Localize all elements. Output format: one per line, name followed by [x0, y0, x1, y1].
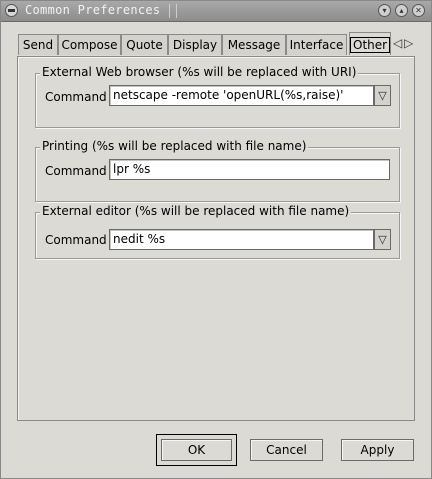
ok-button-label: OK: [187, 443, 206, 457]
editor-command-label: Command: [45, 233, 107, 247]
web-browser-command-label: Command: [45, 90, 107, 104]
web-browser-command-input[interactable]: netscape -remote 'openURL(%s,raise)': [109, 85, 374, 106]
editor-group: External editor (%s will be replaced wit…: [35, 204, 400, 259]
ok-button[interactable]: OK: [161, 439, 232, 461]
close-icon[interactable]: ✕: [412, 4, 425, 17]
tab-interface[interactable]: Interface: [286, 34, 347, 55]
editor-dropdown-icon[interactable]: ▽: [374, 229, 391, 250]
printing-command-input[interactable]: lpr %s: [109, 159, 390, 180]
tab-other[interactable]: Other: [349, 32, 391, 55]
tab-quote[interactable]: Quote: [121, 34, 168, 55]
web-browser-group: External Web browser (%s will be replace…: [35, 65, 400, 128]
tab-other-label: Other: [350, 37, 391, 53]
web-browser-group-title: External Web browser (%s will be replace…: [40, 65, 359, 79]
tab-scroll-left-icon[interactable]: ◁: [393, 36, 402, 50]
cancel-button[interactable]: Cancel: [250, 439, 323, 461]
editor-command-input[interactable]: nedit %s: [109, 229, 374, 250]
printing-group-title: Printing (%s will be replaced with file …: [40, 139, 309, 153]
printing-command-label: Command: [45, 164, 107, 178]
tab-send-label: Send: [22, 38, 54, 52]
tab-quote-label: Quote: [126, 38, 163, 52]
web-browser-dropdown-icon[interactable]: ▽: [374, 85, 391, 106]
tab-send[interactable]: Send: [18, 34, 58, 55]
tab-compose-label: Compose: [61, 38, 118, 52]
tab-interface-label: Interface: [289, 38, 344, 52]
editor-group-title: External editor (%s will be replaced wit…: [40, 204, 352, 218]
tab-message[interactable]: Message: [222, 34, 286, 55]
maximize-icon[interactable]: ▴: [395, 4, 408, 17]
tab-display[interactable]: Display: [168, 34, 222, 55]
window-menu-icon[interactable]: [5, 4, 18, 17]
apply-button-label: Apply: [360, 443, 395, 457]
preferences-window: Common Preferences ▾ ▴ ✕ Send Compose Qu…: [0, 0, 432, 479]
window-title: Common Preferences: [25, 3, 161, 17]
printing-group: Printing (%s will be replaced with file …: [35, 139, 400, 202]
minimize-icon[interactable]: ▾: [378, 4, 391, 17]
cancel-button-label: Cancel: [266, 443, 307, 457]
tab-scroll-right-icon[interactable]: ▷: [404, 36, 413, 50]
tab-message-label: Message: [227, 38, 281, 52]
title-grip: [169, 4, 177, 18]
tab-compose[interactable]: Compose: [58, 34, 121, 55]
tab-display-label: Display: [172, 38, 218, 52]
title-bar[interactable]: Common Preferences ▾ ▴ ✕: [1, 1, 431, 22]
apply-button[interactable]: Apply: [341, 439, 414, 461]
tab-page-other: External Web browser (%s will be replace…: [17, 56, 415, 421]
